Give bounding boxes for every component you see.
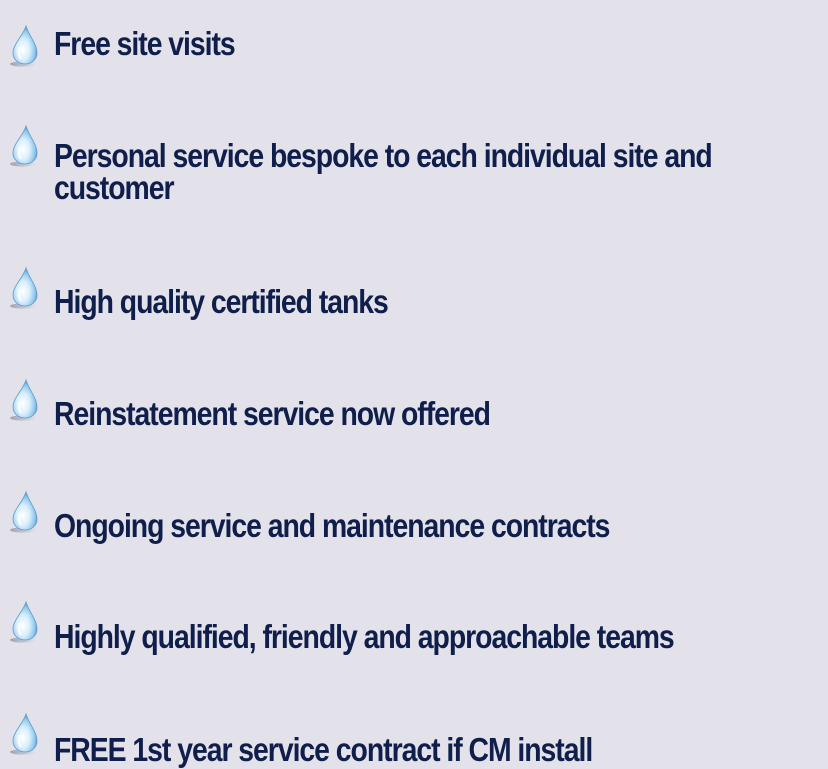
feature-label: Free site visits [54,25,236,62]
water-drop-icon [6,124,44,168]
feature-label: Ongoing service and maintenance contract… [54,507,610,544]
water-drop-icon [6,600,44,644]
feature-list: Free site visits Personal service bespok… [0,0,828,769]
feature-label: High quality certified tanks [54,283,389,320]
feature-label: FREE 1st year service contract if CM ins… [54,731,593,768]
water-drop-icon [6,378,44,422]
water-drop-icon [6,490,44,534]
water-drop-icon [6,24,44,68]
water-drop-icon [6,266,44,310]
feature-label: Reinstatement service now offered [54,395,491,432]
feature-label: Personal service bespoke to each individ… [54,137,713,206]
feature-label: Highly qualified, friendly and approacha… [54,618,675,655]
water-drop-icon [6,712,44,756]
